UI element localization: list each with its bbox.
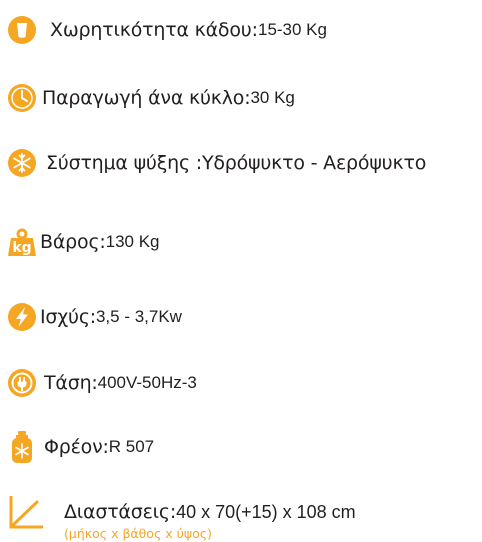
spec-value: 3,5 - 3,7Kw <box>95 307 182 326</box>
spec-label: Παραγωγή άνα κύκλο: <box>42 87 251 109</box>
spec-value: 130 Kg <box>105 232 160 251</box>
spec-row-dimensions: Διαστάσεις: 40 x 70(+15) x 108 cm <box>6 496 356 529</box>
spec-row-cooling: Σύστημα ψύξης : Υδρόψυκτο - Αερόψυκτο <box>6 147 426 179</box>
lightning-icon <box>6 301 38 333</box>
spec-label: Φρέον: <box>44 436 109 458</box>
spec-value: 400V-50Hz-3 <box>97 373 197 392</box>
dimensions-icon <box>6 496 46 529</box>
clock-icon <box>6 82 38 114</box>
weight-icon-text: kg <box>12 240 32 256</box>
weight-icon: kg <box>6 226 38 258</box>
spec-label: Διαστάσεις: <box>64 501 177 523</box>
spec-row-voltage: Τάση: 400V-50Hz-3 <box>6 367 197 399</box>
plug-icon <box>6 367 38 399</box>
spec-label: Τάση: <box>44 372 98 394</box>
spec-label: Σύστημα ψύξης : <box>46 152 202 174</box>
spec-value: 15-30 Kg <box>257 20 327 39</box>
spec-row-production: Παραγωγή άνα κύκλο: 30 Kg <box>6 82 295 114</box>
spec-row-bin-capacity: Χωρητικότητα κάδου : 15-30 Kg <box>6 14 327 46</box>
spec-value: Υδρόψυκτο - Αερόψυκτο <box>201 152 427 174</box>
snowflake-icon <box>6 147 38 179</box>
spec-label: Βάρος: <box>40 231 106 253</box>
specs-list: Χωρητικότητα κάδου : 15-30 Kg Παραγωγή ά… <box>0 0 482 542</box>
spec-row-weight: kg Βάρος: 130 Kg <box>6 226 160 258</box>
spec-label: Ισχύς: <box>40 306 96 328</box>
spec-value: 30 Kg <box>250 88 295 107</box>
spec-label: Χωρητικότητα κάδου <box>50 19 252 41</box>
bin-icon <box>6 14 38 46</box>
spec-value: 40 x 70(+15) x 108 cm <box>176 501 356 522</box>
freon-tank-icon <box>6 431 38 463</box>
spec-value: R 507 <box>108 437 155 456</box>
spec-row-freon: Φρέον: R 507 <box>6 431 154 463</box>
dimensions-note: (μήκος x βάθος x ύψος) <box>64 526 212 541</box>
spec-row-power: Ισχύς: 3,5 - 3,7Kw <box>6 301 182 333</box>
